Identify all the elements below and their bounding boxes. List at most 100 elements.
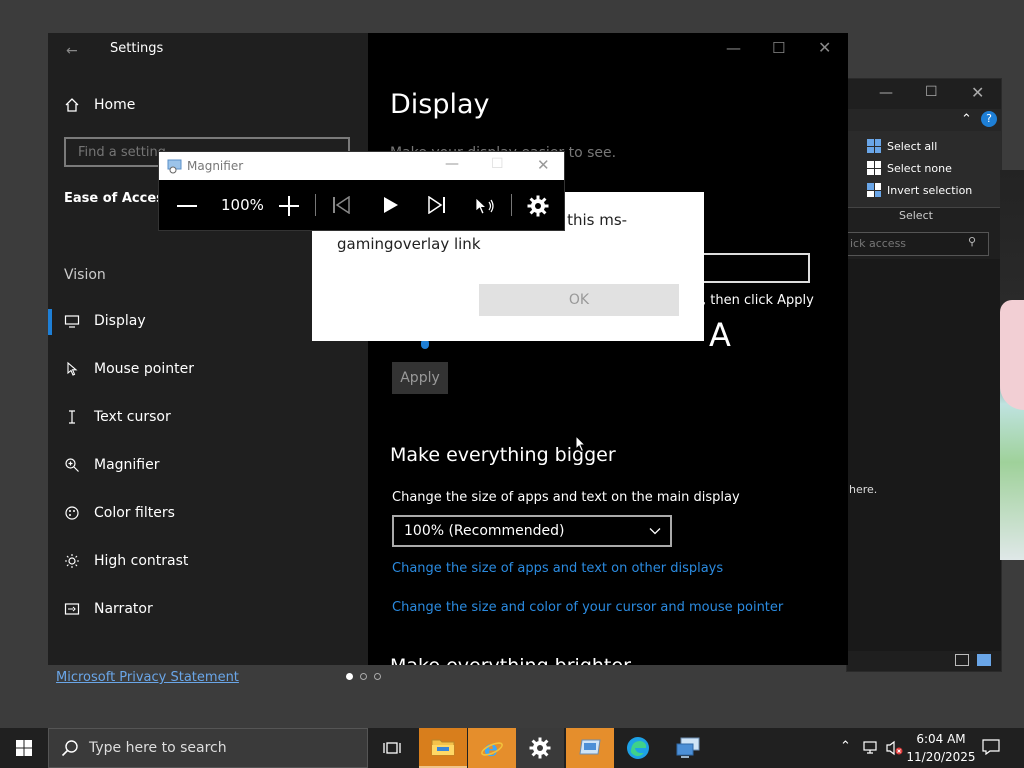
active-nav-indicator <box>48 309 52 335</box>
narrator-icon <box>64 601 80 617</box>
taskbar-file-explorer[interactable] <box>419 728 467 768</box>
explorer-ribbon-tabs: ⌃ ? <box>847 109 1001 131</box>
taskbar-edge[interactable] <box>614 728 662 768</box>
magnifier-title: Magnifier <box>187 159 244 173</box>
nav-narrator-label: Narrator <box>94 601 153 617</box>
ok-button[interactable]: OK <box>479 284 679 316</box>
zoom-out-icon[interactable] <box>177 204 197 208</box>
nav-color-filters[interactable]: Color filters <box>64 505 175 521</box>
explorer-content: here. <box>847 259 1001 651</box>
explorer-minimize-button[interactable]: — <box>879 85 893 101</box>
select-all-button[interactable]: Select all <box>867 139 937 153</box>
explorer-close-button[interactable]: ✕ <box>971 83 984 102</box>
page-dot[interactable] <box>360 673 367 680</box>
nav-color-filters-label: Color filters <box>94 505 175 521</box>
show-hidden-icons[interactable]: ⌃ <box>840 739 851 754</box>
link-cursor-pointer[interactable]: Change the size and color of your cursor… <box>392 600 783 615</box>
nav-display[interactable]: Display <box>64 313 146 329</box>
taskbar-remote-desktop[interactable] <box>664 728 712 768</box>
nav-display-label: Display <box>94 313 146 329</box>
taskbar: Type here to search e ⌃ 6:04 AM 11/20/20… <box>0 728 1024 768</box>
volume-muted-icon[interactable] <box>886 740 904 756</box>
network-icon[interactable] <box>862 740 880 756</box>
remote-desktop-icon <box>675 737 701 759</box>
explorer-search-box[interactable]: ick access ⚲ <box>847 232 989 256</box>
play-icon[interactable] <box>383 196 399 214</box>
invert-selection-button[interactable]: Invert selection <box>867 183 972 197</box>
apply-button[interactable]: Apply <box>392 362 448 394</box>
nav-text-cursor[interactable]: Text cursor <box>64 409 171 425</box>
home-icon <box>64 97 80 113</box>
high-contrast-icon <box>64 553 80 569</box>
start-button[interactable] <box>0 728 48 768</box>
magnifier-controls: 100% <box>159 180 564 230</box>
taskbar-settings[interactable] <box>516 728 564 768</box>
nav-narrator[interactable]: Narrator <box>64 601 153 617</box>
system-clock[interactable]: 6:04 AM 11/20/2025 <box>906 730 976 766</box>
link-other-displays[interactable]: Change the size of apps and text on othe… <box>392 561 723 576</box>
taskbar-internet-explorer[interactable]: e <box>468 728 516 768</box>
explorer-maximize-button[interactable]: ☐ <box>925 84 938 100</box>
explorer-statusbar <box>847 651 1001 671</box>
gear-icon[interactable] <box>527 195 549 217</box>
maximize-button[interactable]: ☐ <box>772 39 785 57</box>
mouse-pointer-icon <box>64 361 80 377</box>
details-view-icon[interactable] <box>955 654 969 666</box>
nav-high-contrast-label: High contrast <box>94 553 189 569</box>
magnifier-maximize-button[interactable]: ☐ <box>491 156 504 172</box>
clock-time: 6:04 AM <box>916 732 966 746</box>
nav-mouse-pointer[interactable]: Mouse pointer <box>64 361 194 377</box>
magnifier-titlebar: Magnifier — ☐ ✕ <box>159 152 564 180</box>
close-button[interactable]: ✕ <box>818 38 831 57</box>
page-title: Display <box>390 89 490 120</box>
invert-selection-icon <box>867 183 881 197</box>
text-cursor-icon <box>64 409 80 425</box>
internet-explorer-icon: e <box>480 736 504 760</box>
nav-mouse-pointer-label: Mouse pointer <box>94 361 194 377</box>
select-all-icon <box>867 139 881 153</box>
privacy-statement-link[interactable]: Microsoft Privacy Statement <box>56 670 239 685</box>
scale-dropdown[interactable]: 100% (Recommended) <box>392 515 672 547</box>
next-icon[interactable] <box>428 196 446 214</box>
window-title: Settings <box>110 41 164 56</box>
zoom-in-icon[interactable] <box>279 196 299 216</box>
toolbar-separator <box>315 194 316 216</box>
desktop-wallpaper <box>1000 170 1024 560</box>
page-dot[interactable] <box>346 673 353 680</box>
task-view-button[interactable] <box>368 728 416 768</box>
taskbar-search-box[interactable]: Type here to search <box>48 728 368 768</box>
scale-label: Change the size of apps and text on the … <box>392 490 740 505</box>
nav-magnifier[interactable]: Magnifier <box>64 457 160 473</box>
scale-dropdown-value: 100% (Recommended) <box>404 523 565 539</box>
back-arrow-icon[interactable]: ← <box>66 43 78 59</box>
large-a-label: A <box>709 316 731 354</box>
mouse-cursor-icon <box>575 435 587 453</box>
magnifier-minimize-button[interactable]: — <box>445 156 459 172</box>
explorer-ribbon: Select all Select none Invert selection <box>847 131 1001 208</box>
nav-high-contrast[interactable]: High contrast <box>64 553 188 569</box>
previous-icon[interactable] <box>332 196 350 214</box>
magnifier-close-button[interactable]: ✕ <box>537 156 550 174</box>
ribbon-collapse-icon[interactable]: ⌃ <box>961 112 972 127</box>
task-view-icon <box>383 740 401 756</box>
magnifier-icon <box>64 457 80 473</box>
select-none-button[interactable]: Select none <box>867 161 952 175</box>
settings-window: ← Settings Home Ease of Access Vision Di… <box>48 33 848 665</box>
apply-hint-text: , then click Apply <box>702 293 814 308</box>
action-center-icon[interactable] <box>982 739 1000 755</box>
read-from-here-icon[interactable] <box>474 196 496 216</box>
help-icon[interactable]: ? <box>981 111 997 127</box>
large-icons-view-icon[interactable] <box>977 654 991 666</box>
ribbon-group-label: Select <box>899 209 933 222</box>
taskbar-app-window[interactable] <box>566 728 614 768</box>
page-dot[interactable] <box>374 673 381 680</box>
search-icon <box>61 739 79 757</box>
nav-home[interactable]: Home <box>64 97 135 113</box>
taskbar-search-placeholder: Type here to search <box>89 740 227 756</box>
app-window-icon <box>578 738 602 758</box>
wallpaper-flower <box>1000 300 1024 410</box>
windows-logo-icon <box>16 740 32 756</box>
settings-content: — ☐ ✕ Display Make your display easier t… <box>368 33 848 665</box>
settings-sidebar: ← Settings Home Ease of Access Vision Di… <box>48 33 368 665</box>
minimize-button[interactable]: — <box>726 39 741 57</box>
